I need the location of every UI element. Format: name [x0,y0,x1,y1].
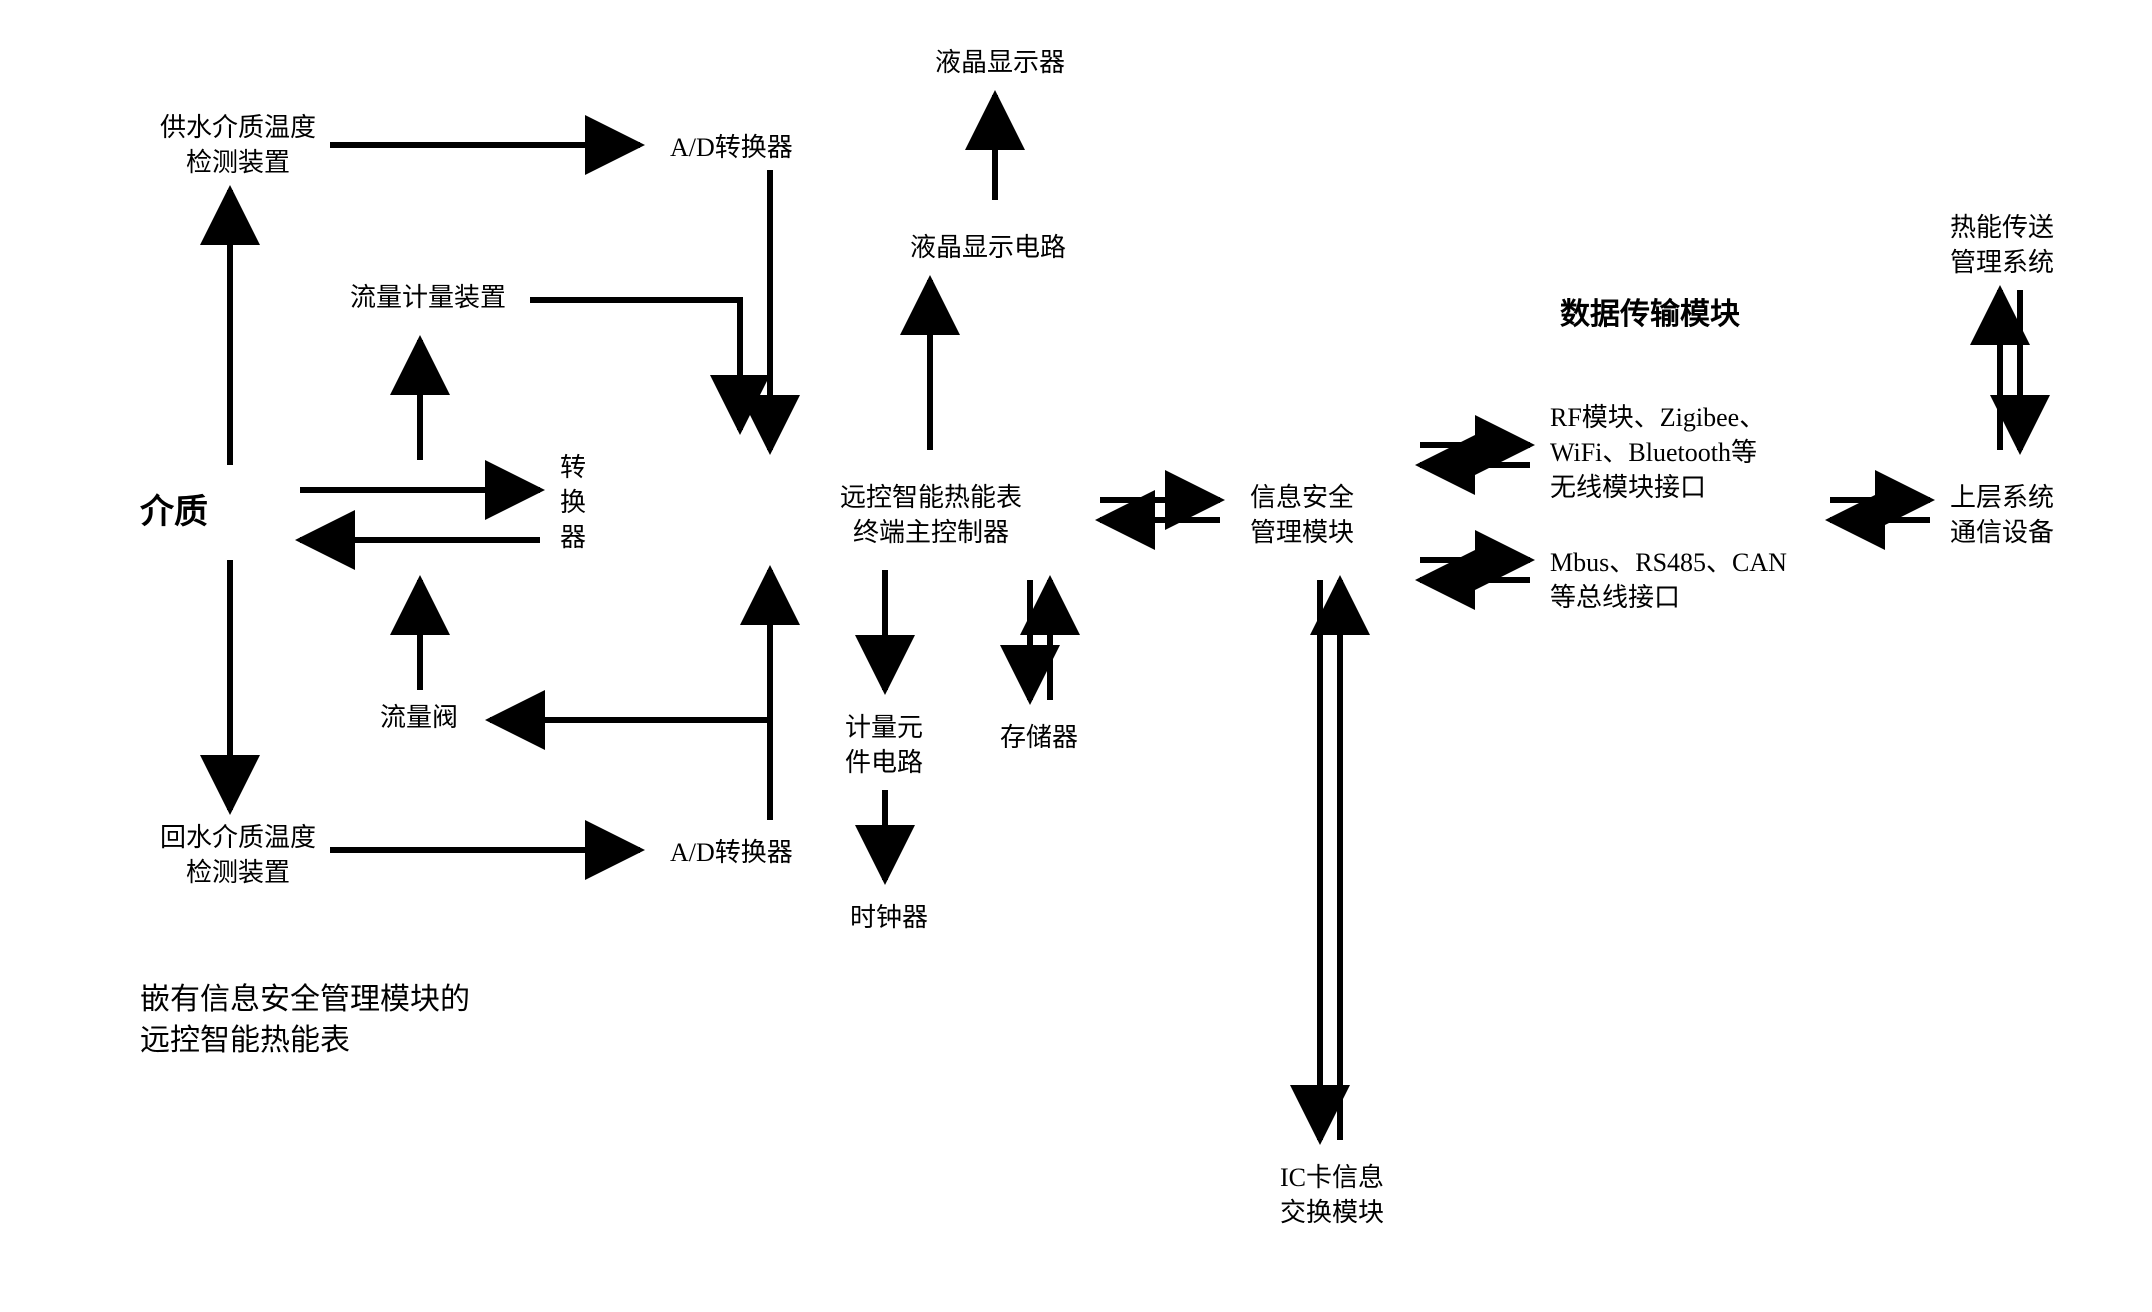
node-rotor: 转 换 器 [560,450,586,555]
node-lcd-circuit: 液晶显示电路 [910,230,1066,265]
node-flow-valve: 流量阀 [380,700,458,735]
node-mgmt-sys: 热能传送 管理系统 [1950,210,2054,280]
node-controller: 远控智能热能表 终端主控制器 [840,480,1022,550]
node-lcd-display: 液晶显示器 [935,45,1065,80]
node-ic-card: IC卡信息 交换模块 [1280,1160,1384,1230]
arrows-layer [0,0,2152,1312]
node-adc-top: A/D转换器 [670,130,793,165]
node-wired: Mbus、RS485、CAN 等总线接口 [1550,545,1787,615]
node-upper-comm: 上层系统 通信设备 [1950,480,2054,550]
node-medium: 介质 [140,490,208,536]
diagram-canvas: 介质 供水介质温度 检测装置 回水介质温度 检测装置 流量计量装置 流量阀 转 … [0,0,2152,1312]
node-wireless: RF模块、Zigibee、 WiFi、Bluetooth等 无线模块接口 [1550,400,1765,505]
node-return-temp: 回水介质温度 检测装置 [160,820,316,890]
node-flow-meter: 流量计量装置 [350,280,506,315]
node-storage: 存储器 [1000,720,1078,755]
node-clock: 时钟器 [850,900,928,935]
caption: 嵌有信息安全管理模块的 远控智能热能表 [140,980,470,1061]
node-adc-bottom: A/D转换器 [670,835,793,870]
node-data-title: 数据传输模块 [1560,295,1740,336]
node-supply-temp: 供水介质温度 检测装置 [160,110,316,180]
node-metering-ic: 计量元 件电路 [845,710,923,780]
node-security: 信息安全 管理模块 [1250,480,1354,550]
